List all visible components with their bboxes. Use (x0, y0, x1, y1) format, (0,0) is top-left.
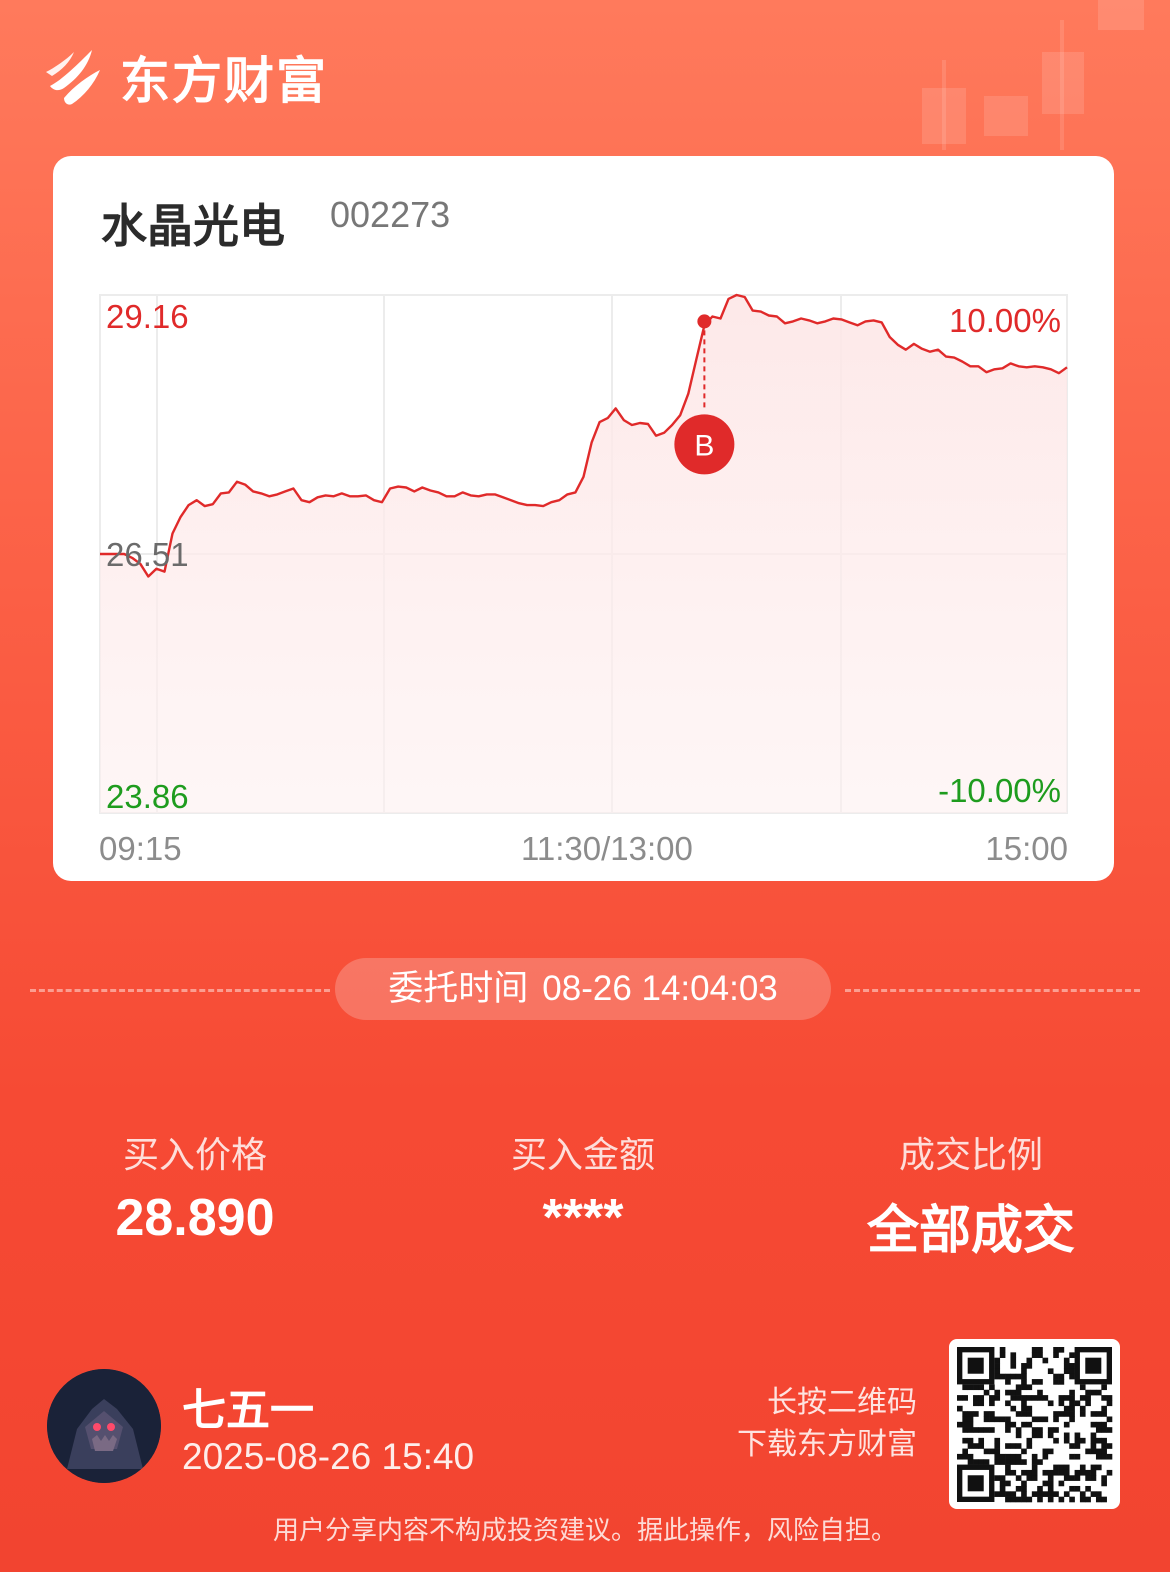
order-time-label: 委托时间 (388, 969, 529, 1008)
time-mid-label: 11:30/13:00 (521, 830, 693, 867)
stat-label: 买入金额 (510, 1134, 655, 1175)
qr-code[interactable] (949, 1339, 1120, 1509)
disclaimer: 用户分享内容不构成投资建议。据此操作，风险自担。 (272, 1515, 897, 1545)
buy-marker-label: B (694, 429, 714, 462)
qr-code-icon (956, 1346, 1113, 1503)
decor-candle (1098, 0, 1144, 30)
time-end-label: 15:00 (985, 830, 1068, 867)
stat-fill-ratio: 成交比例 全部成交 (776, 1130, 1166, 1263)
trade-stats: 买入价格 28.890 买入金额 **** 成交比例 全部成交 (0, 1130, 1170, 1260)
price-area (100, 295, 1067, 813)
price-high-label: 29.16 (106, 298, 189, 335)
divider-right (845, 989, 1140, 992)
brand-logo-icon (46, 50, 100, 105)
stat-label: 成交比例 (898, 1134, 1043, 1175)
avatar-image-icon (47, 1369, 161, 1483)
pct-low-label: -10.00% (938, 772, 1061, 809)
qr-hint: 长按二维码 下载东方财富 (737, 1382, 917, 1466)
stat-value: 全部成交 (866, 1202, 1075, 1260)
username: 七五一 (182, 1386, 314, 1435)
stat-buy-price: 买入价格 28.890 (0, 1130, 390, 1248)
stat-label: 买入价格 (122, 1134, 267, 1175)
pct-high-label: 10.00% (949, 302, 1061, 339)
avatar[interactable] (47, 1369, 161, 1483)
order-time-pill: 委托时间 08-26 14:04:03 (335, 958, 831, 1020)
brand-name: 东方财富 (120, 53, 328, 109)
buy-marker-dot (697, 314, 712, 329)
time-start-label: 09:15 (99, 830, 182, 867)
price-mid-label: 26.51 (106, 536, 189, 573)
stat-value: 28.890 (115, 1189, 275, 1247)
price-low-label: 23.86 (106, 778, 189, 815)
stat-value: **** (542, 1189, 624, 1247)
share-datetime: 2025-08-26 15:40 (182, 1436, 475, 1477)
stat-buy-amount: 买入金额 **** (388, 1130, 778, 1248)
stock-chart-card[interactable]: 水晶光电 002273 B 29.16 26.51 23.86 10.00% -… (53, 156, 1114, 881)
order-time-value: 08-26 14:04:03 (542, 969, 778, 1008)
divider-left (30, 989, 330, 992)
qr-hint-line2: 下载东方财富 (737, 1428, 917, 1461)
decor-candle (984, 96, 1028, 136)
decor-wick (1060, 20, 1064, 150)
order-time-row: 委托时间 08-26 14:04:03 (0, 958, 1170, 1020)
qr-hint-line1: 长按二维码 (767, 1386, 917, 1419)
decor-wick (942, 60, 946, 150)
brand-header: 东方财富 (44, 44, 328, 110)
